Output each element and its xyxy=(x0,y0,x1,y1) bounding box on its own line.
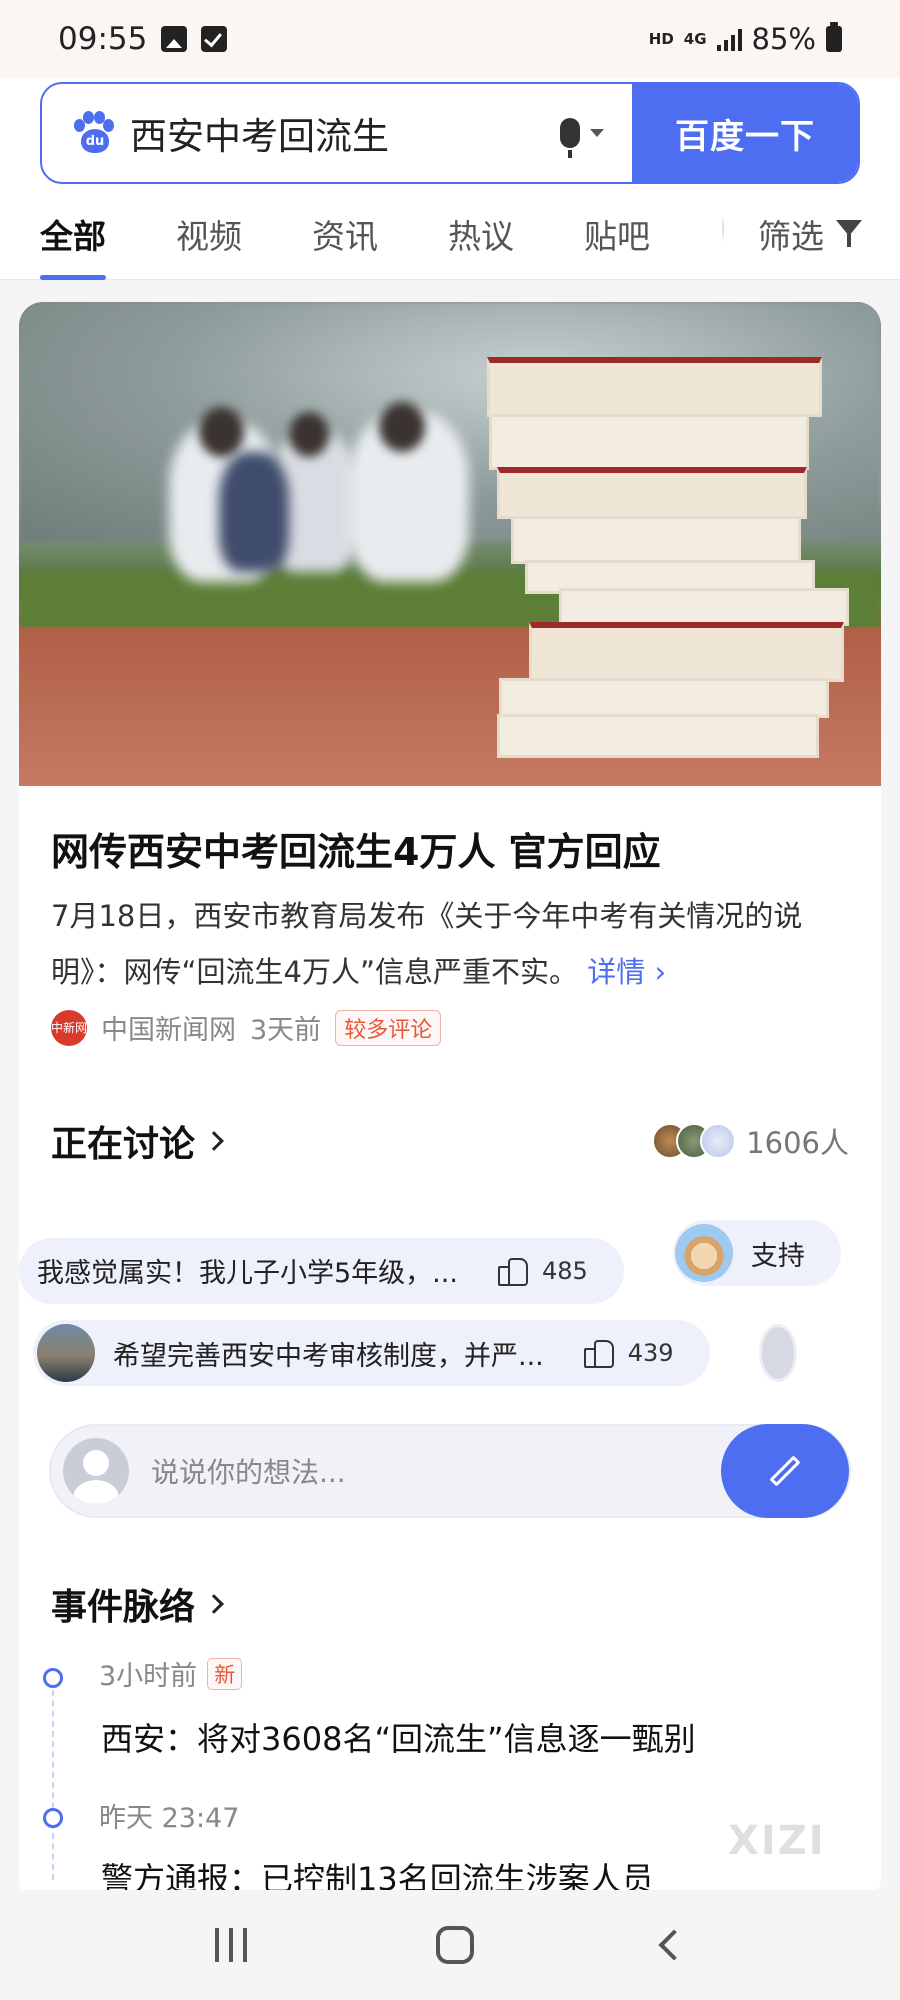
news-body: 网传西安中考回流生4万人 官方回应 7月18日，西安市教育局发布《关于今年中考有… xyxy=(19,826,881,1167)
chevron-right-icon xyxy=(204,1131,224,1151)
microphone-icon xyxy=(560,118,580,158)
search-input[interactable]: du 西安中考回流生 xyxy=(42,84,632,182)
status-bar: 09:55 HD 4G 85% xyxy=(0,0,900,78)
tab-hot-discussion[interactable]: 热议 xyxy=(448,210,514,280)
comment-bubble[interactable]: 我感觉属实！我儿子小学5年级，... 485 xyxy=(19,1237,624,1304)
avatar xyxy=(37,1324,95,1382)
filter-label: 筛选 xyxy=(758,217,824,256)
battery-percent: 85% xyxy=(751,22,816,56)
chevron-right-icon xyxy=(204,1594,224,1614)
gallery-notification-icon xyxy=(161,26,188,52)
comment-text: 我感觉属实！我儿子小学5年级，... xyxy=(37,1258,458,1289)
news-description: 7月18日，西安市教育局发布《关于今年中考有关情况的说明》：网传“回流生4万人”… xyxy=(51,888,849,1000)
search-query: 西安中考回流生 xyxy=(130,115,389,158)
signal-icon xyxy=(716,27,742,51)
comment-bubble-row: 我感觉属实！我儿子小学5年级，... 485 支持 xyxy=(19,1220,841,1304)
timeline-time-row: 3小时前 新 xyxy=(99,1654,243,1693)
filter-button[interactable]: 筛选 xyxy=(758,210,862,258)
news-hero-image[interactable] xyxy=(19,302,881,786)
comment-text: 支持 xyxy=(750,1240,805,1272)
like-count: 485 xyxy=(541,1256,588,1285)
search-header: du 西安中考回流生 百度一下 全部 视频 资讯 热议 贴吧 筛选 xyxy=(0,78,900,280)
search-box: du 西安中考回流生 百度一下 xyxy=(40,82,860,184)
comment-bubble[interactable]: 希望完善西安中考审核制度，并严... 439 xyxy=(33,1320,710,1386)
voice-search-button[interactable] xyxy=(560,118,604,158)
comment-input[interactable]: 说说你的想法... xyxy=(49,1424,851,1518)
timeline-time: 昨天 23:47 xyxy=(99,1803,240,1834)
status-left: 09:55 xyxy=(58,21,228,57)
timeline-title-text: 事件脉络 xyxy=(51,1587,196,1628)
baidu-paw-icon: du xyxy=(72,111,116,155)
check-notification-icon xyxy=(201,26,228,52)
news-time: 3天前 xyxy=(250,1015,322,1046)
comment-text: 希望完善西安中考审核制度，并严... xyxy=(113,1340,544,1372)
thumbs-up-icon xyxy=(583,1338,614,1368)
avatar xyxy=(758,1324,797,1382)
caret-down-icon xyxy=(590,129,604,137)
source-name[interactable]: 中国新闻网 xyxy=(101,1008,236,1047)
status-right: HD 4G 85% xyxy=(649,22,842,56)
discussion-title-text: 正在讨论 xyxy=(51,1124,196,1165)
new-badge: 新 xyxy=(207,1657,243,1690)
timeline-title[interactable]: 事件脉络 xyxy=(51,1578,224,1630)
participants-text: 1606人 xyxy=(746,1126,849,1160)
status-time: 09:55 xyxy=(58,21,148,57)
source-logo: 中新网 xyxy=(51,1009,87,1046)
timeline-dot xyxy=(43,1668,63,1688)
timeline-time: 3小时前 xyxy=(99,1661,198,1692)
funnel-icon xyxy=(836,220,862,248)
watermark: XIZI xyxy=(728,1818,826,1864)
recents-button[interactable] xyxy=(214,1928,247,1962)
home-button[interactable] xyxy=(435,1926,474,1964)
discussion-header: 正在讨论 1606人 xyxy=(51,1115,849,1167)
news-title[interactable]: 网传西安中考回流生4万人 官方回应 xyxy=(51,826,849,878)
timeline-dot xyxy=(43,1808,63,1828)
tab-news[interactable]: 资讯 xyxy=(312,210,378,280)
timeline-time-row: 昨天 23:47 xyxy=(99,1796,239,1835)
timeline-headline: 西安：将对3608名“回流生”信息逐一甄别 xyxy=(101,1720,696,1758)
details-link[interactable]: 详情 › xyxy=(587,955,666,989)
comment-bubble[interactable] xyxy=(758,1320,815,1386)
result-card: 网传西安中考回流生4万人 官方回应 7月18日，西安市教育局发布《关于今年中考有… xyxy=(19,302,881,1902)
battery-icon xyxy=(826,22,842,52)
participants-count: 1606人 xyxy=(652,1120,849,1162)
thumbs-up-icon xyxy=(497,1256,528,1286)
navigation-bar xyxy=(0,1890,900,2000)
back-button[interactable] xyxy=(658,1929,690,1961)
news-source-row: 中新网 中国新闻网 3天前 较多评论 xyxy=(51,1008,849,1047)
comment-bubble[interactable]: 支持 xyxy=(672,1220,841,1286)
comment-placeholder: 说说你的想法... xyxy=(151,1456,346,1489)
news-description-text: 7月18日，西安市教育局发布《关于今年中考有关情况的说明》：网传“回流生4万人”… xyxy=(51,899,803,989)
network-type: 4G xyxy=(683,30,707,48)
details-link-label: 详情 xyxy=(587,955,646,989)
tab-divider xyxy=(722,214,724,244)
user-avatar xyxy=(63,1438,129,1504)
participant-avatars xyxy=(652,1123,737,1159)
avatar xyxy=(674,1224,733,1282)
many-comments-badge: 较多评论 xyxy=(335,1009,442,1046)
tab-tieba[interactable]: 贴吧 xyxy=(584,210,650,280)
avatar xyxy=(700,1123,737,1159)
timeline-line xyxy=(52,1680,54,1880)
like-count: 439 xyxy=(627,1339,674,1367)
pencil-icon xyxy=(769,1455,801,1487)
discussion-title[interactable]: 正在讨论 xyxy=(51,1115,224,1167)
comment-bubble-row: 希望完善西安中考审核制度，并严... 439 xyxy=(33,1320,815,1386)
write-comment-button[interactable] xyxy=(721,1424,849,1518)
tab-video[interactable]: 视频 xyxy=(176,210,242,280)
search-button[interactable]: 百度一下 xyxy=(632,84,858,182)
hd-indicator: HD xyxy=(648,30,674,48)
tab-all[interactable]: 全部 xyxy=(40,210,106,280)
